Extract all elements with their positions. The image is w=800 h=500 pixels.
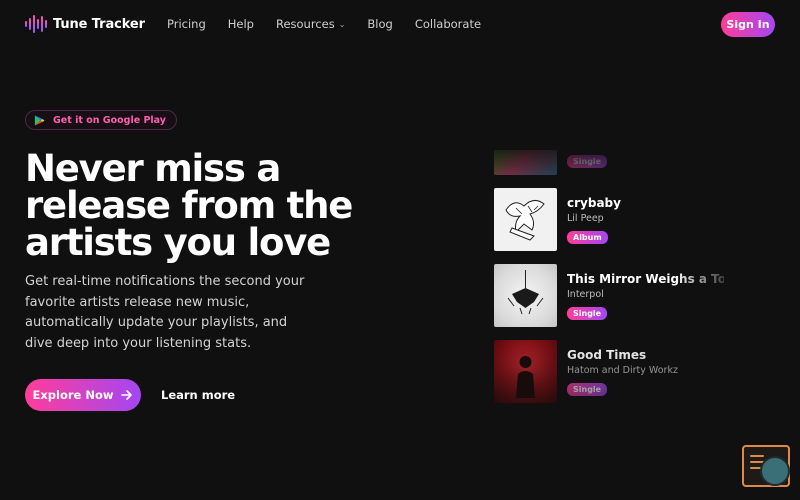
release-card[interactable]: Single <box>494 150 724 175</box>
google-play-badge-label: Get it on Google Play <box>53 114 166 126</box>
globe-icon[interactable] <box>760 456 790 486</box>
release-card[interactable]: This Mirror Weighs a Ton Interpol Single <box>494 264 724 327</box>
top-nav: Tune Tracker Pricing Help Resources ⌄ Bl… <box>0 0 800 50</box>
figure-cover-art <box>516 356 535 398</box>
album-cover <box>494 264 557 327</box>
nav-link-resources[interactable]: Resources ⌄ <box>276 17 345 31</box>
release-artist: Interpol <box>567 289 604 300</box>
brand-logo[interactable]: Tune Tracker <box>25 14 145 34</box>
nav-link-pricing[interactable]: Pricing <box>167 17 206 31</box>
release-type-badge: Single <box>567 383 608 396</box>
release-title: This Mirror Weighs a Ton <box>567 272 724 286</box>
release-title: Good Times <box>567 348 647 362</box>
release-artist: Lil Peep <box>567 213 604 224</box>
chandelier-cover-art <box>507 270 544 315</box>
hero-subtext: Get real-time notifications the second y… <box>25 274 305 351</box>
release-type-badge: Album <box>567 231 608 244</box>
release-list: Single crybaby Lil Peep Album This Mirro <box>494 150 724 410</box>
release-type-badge: Single <box>567 155 608 168</box>
chevron-down-icon: ⌄ <box>338 19 346 29</box>
brand-name: Tune Tracker <box>53 16 145 32</box>
release-card[interactable]: crybaby Lil Peep Album <box>494 188 724 251</box>
nav-link-help[interactable]: Help <box>228 17 254 31</box>
explore-now-label: Explore Now <box>32 388 114 402</box>
arrow-right-icon <box>121 390 133 400</box>
hero-headline: Never miss a release from the artists yo… <box>25 147 353 264</box>
album-cover <box>494 340 557 403</box>
release-title: crybaby <box>567 196 621 210</box>
nav-link-resources-label: Resources <box>275 17 335 31</box>
album-cover <box>494 188 557 251</box>
release-artist: Hatom and Dirty Workz <box>567 365 678 376</box>
nav-link-collaborate[interactable]: Collaborate <box>415 17 481 31</box>
crybaby-cover-art <box>505 200 545 241</box>
nav-link-blog[interactable]: Blog <box>367 17 392 31</box>
sound-wave-icon <box>25 14 47 34</box>
explore-now-button[interactable]: Explore Now <box>25 379 141 411</box>
release-type-badge: Single <box>567 307 608 320</box>
learn-more-link[interactable]: Learn more <box>161 388 235 402</box>
sign-in-button[interactable]: Sign In <box>721 12 775 37</box>
release-card[interactable]: Good Times Hatom and Dirty Workz Single <box>494 340 724 403</box>
album-cover <box>494 150 557 175</box>
nav-links: Pricing Help Resources ⌄ Blog Collaborat… <box>167 17 481 31</box>
google-play-badge[interactable]: Get it on Google Play <box>25 110 177 130</box>
google-play-icon <box>34 114 45 126</box>
